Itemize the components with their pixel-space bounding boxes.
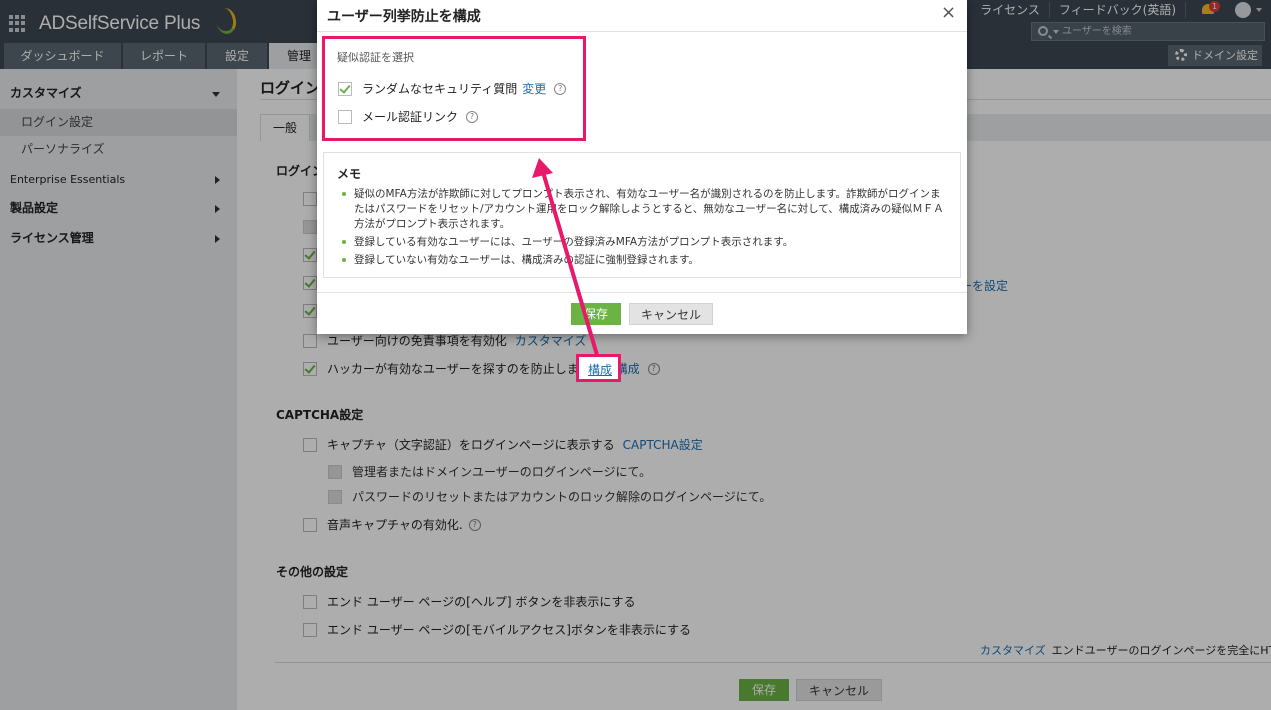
dialog-title: ユーザー列挙防止を構成 <box>327 9 481 25</box>
dialog-cancel-button[interactable]: キャンセル <box>629 303 713 325</box>
memo-list: 疑似のMFA方法が詐欺師に対してプロンプト表示され、有効なユーザー名が識別される… <box>340 187 950 271</box>
memo-item: 登録していない有効なユーザーは、構成済みの認証に強制登録されます。 <box>340 253 950 268</box>
mfa-options-highlight <box>322 36 586 141</box>
configure-link-highlight: 構成 <box>576 354 621 382</box>
memo-title: メモ <box>337 167 362 181</box>
close-icon[interactable]: × <box>941 3 956 23</box>
page: ADSelfService Plus ライセンス フィードバック(英語) 1 ダ… <box>0 0 1271 710</box>
configure-link-highlighted[interactable]: 構成 <box>588 361 612 378</box>
dialog-footer-divider <box>317 292 967 293</box>
memo-box: メモ 疑似のMFA方法が詐欺師に対してプロンプト表示され、有効なユーザー名が識別… <box>323 152 961 278</box>
memo-item: 疑似のMFA方法が詐欺師に対してプロンプト表示され、有効なユーザー名が識別される… <box>340 187 950 232</box>
memo-item: 登録している有効なユーザーには、ユーザーの登録済みMFA方法がプロンプト表示され… <box>340 235 950 250</box>
dialog-header-divider <box>317 31 967 32</box>
user-enumeration-dialog: ユーザー列挙防止を構成 × 疑似認証を選択 ランダムなセキュリティ質問 変更 ?… <box>317 0 967 334</box>
dialog-save-button[interactable]: 保存 <box>571 303 621 325</box>
